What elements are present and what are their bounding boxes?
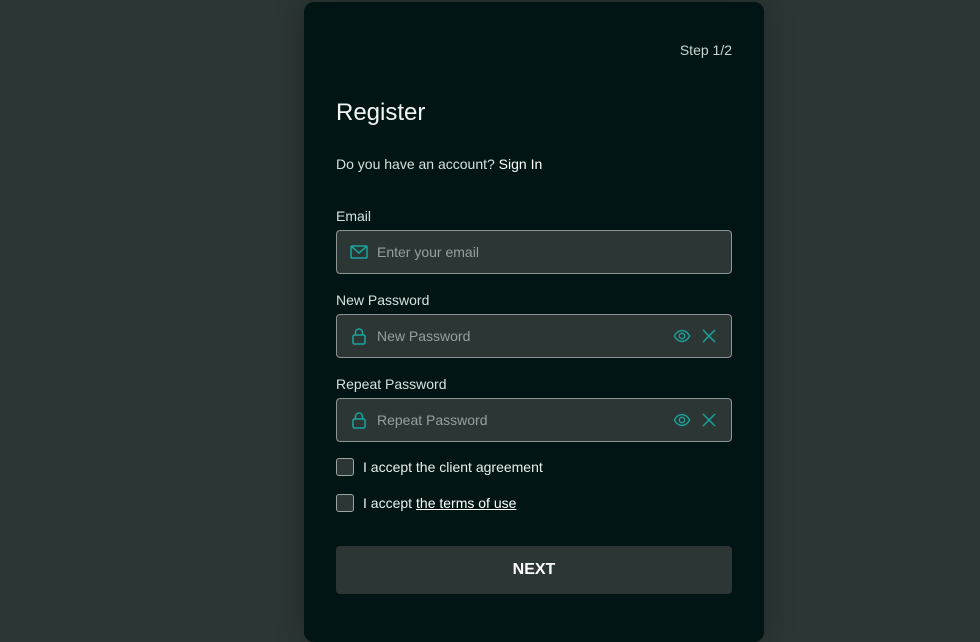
account-prompt: Do you have an account? Sign In: [336, 156, 542, 172]
email-field[interactable]: [336, 230, 732, 274]
client-agreement-checkbox[interactable]: [336, 458, 354, 476]
close-icon[interactable]: [701, 328, 717, 344]
sign-in-link[interactable]: Sign In: [499, 156, 543, 172]
terms-prefix: I accept: [363, 495, 413, 511]
terms-row: I accept the terms of use: [336, 494, 516, 512]
close-icon[interactable]: [701, 412, 717, 428]
eye-icon[interactable]: [673, 411, 691, 429]
mail-icon: [350, 245, 368, 259]
new-password-label: New Password: [336, 292, 430, 308]
eye-icon[interactable]: [673, 327, 691, 345]
client-agreement-label: I accept the client agreement: [363, 459, 543, 475]
email-input[interactable]: [377, 231, 657, 273]
repeat-password-input[interactable]: [377, 399, 657, 441]
next-button[interactable]: NEXT: [336, 546, 732, 594]
new-password-input[interactable]: [377, 315, 657, 357]
lock-icon: [352, 412, 366, 429]
step-indicator: Step 1/2: [679, 42, 732, 58]
page-title: Register: [336, 99, 426, 126]
terms-checkbox[interactable]: [336, 494, 354, 512]
terms-link[interactable]: the terms of use: [416, 495, 516, 511]
repeat-password-label: Repeat Password: [336, 376, 447, 392]
lock-icon: [352, 328, 366, 345]
client-agreement-row: I accept the client agreement: [336, 458, 543, 476]
email-label: Email: [336, 208, 372, 224]
account-prompt-text: Do you have an account?: [336, 156, 495, 172]
new-password-field[interactable]: [336, 314, 732, 358]
register-card: Step 1/2 Register Do you have an account…: [304, 2, 764, 642]
repeat-password-field[interactable]: [336, 398, 732, 442]
